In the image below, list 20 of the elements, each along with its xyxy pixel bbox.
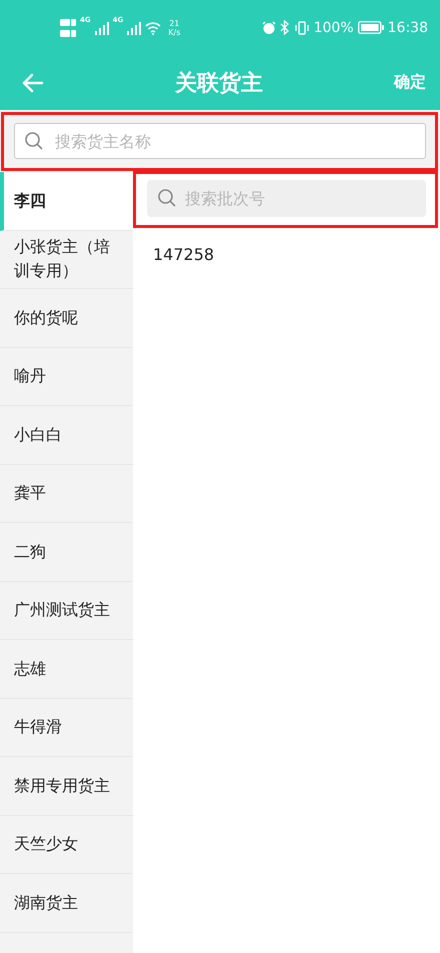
clock: 16:38 [388,20,428,36]
back-button[interactable] [22,72,44,92]
speed-value: 21 [169,18,180,28]
bluetooth-icon [280,20,290,35]
owner-search-field[interactable]: 搜索货主名称 [14,123,426,159]
search-icon [157,188,177,208]
page-title: 关联货主 [174,70,264,98]
speed-unit: K/s [168,28,180,36]
vibrate-icon [294,20,310,34]
search-icon [24,131,44,151]
signal-icon [127,20,142,34]
sim-icon [60,16,76,38]
signal-icon [94,20,109,34]
alarm-icon [262,20,276,34]
batch-number[interactable]: 147258 [133,227,440,282]
batch-search-field[interactable]: 搜索批次号 [147,180,426,217]
owner-item[interactable]: 李四 [0,172,133,230]
wifi-icon [145,20,162,34]
battery-icon [358,21,384,34]
battery-percent: 100% [314,20,354,36]
